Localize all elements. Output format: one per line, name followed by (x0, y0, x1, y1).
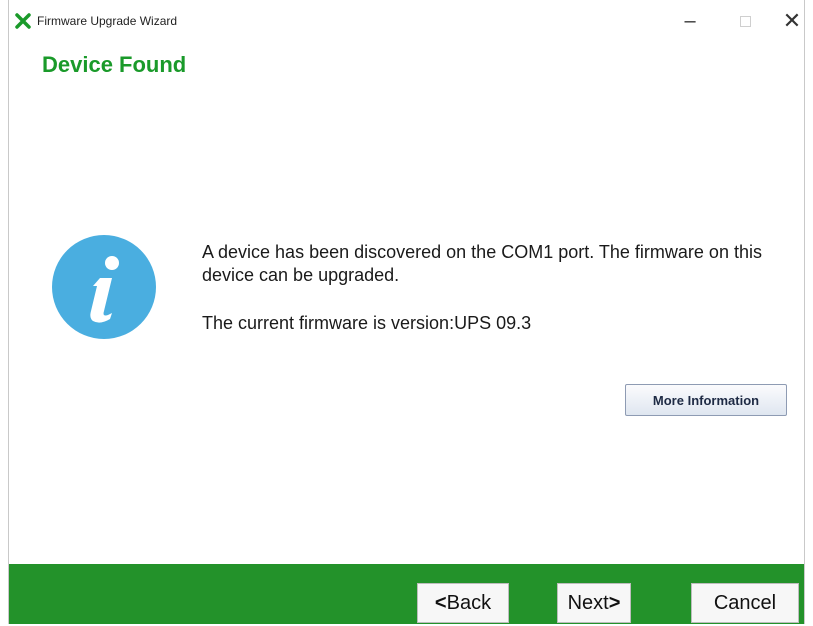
window-title: Firmware Upgrade Wizard (37, 14, 178, 28)
wizard-app-icon (15, 13, 31, 29)
next-button-label: Next (567, 591, 609, 614)
more-information-button[interactable]: More Information (625, 384, 787, 416)
next-button[interactable]: Next > (557, 583, 631, 623)
back-button[interactable]: < Back (417, 583, 509, 623)
back-button-label: Back (446, 591, 492, 614)
info-icon (50, 233, 158, 341)
minimize-button[interactable]: – (667, 4, 713, 38)
firmware-version-text: The current firmware is version:UPS 09.3 (202, 313, 532, 333)
title-bar[interactable]: Firmware Upgrade Wizard – ✕ (9, 0, 804, 38)
close-button[interactable]: ✕ (769, 4, 813, 38)
discovery-message: A device has been discovered on the COM1… (202, 242, 762, 285)
maximize-button[interactable] (722, 4, 768, 38)
next-arrow-icon: > (608, 591, 621, 614)
page-title: Device Found (42, 52, 187, 77)
minimize-icon: – (684, 9, 696, 32)
wizard-window: Firmware Upgrade Wizard – ✕ Device Found… (8, 0, 805, 624)
close-icon: ✕ (782, 8, 802, 33)
wizard-footer: < Back Next > Cancel (9, 564, 804, 624)
maximize-icon (739, 15, 751, 27)
back-arrow-icon: < (434, 591, 447, 614)
cancel-button[interactable]: Cancel (691, 583, 799, 623)
